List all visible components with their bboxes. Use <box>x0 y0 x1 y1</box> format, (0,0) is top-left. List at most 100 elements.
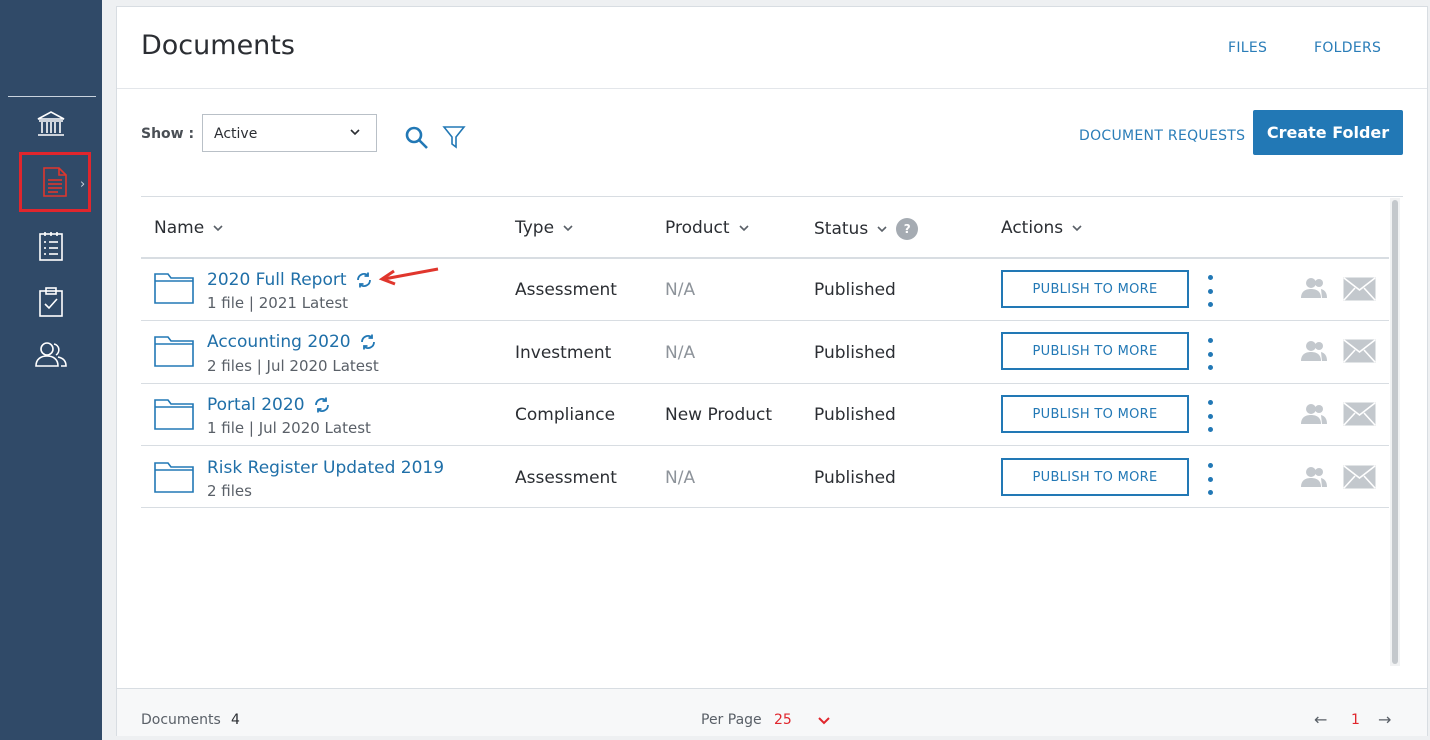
table-row-name-link[interactable]: Portal 2020 <box>207 395 331 415</box>
document-meta: 1 file | 2021 Latest <box>207 294 349 312</box>
sync-icon <box>356 272 371 288</box>
sidebar-divider <box>8 96 96 97</box>
table-footer <box>117 688 1427 736</box>
document-type: Assessment <box>515 468 617 488</box>
tab-folders[interactable]: FOLDERS <box>1314 40 1381 56</box>
table-row-name-link[interactable]: Accounting 2020 <box>207 332 377 352</box>
mail-icon[interactable] <box>1343 465 1376 489</box>
users-icon[interactable] <box>1300 340 1328 362</box>
document-icon <box>43 167 67 197</box>
table-row-name-link[interactable]: Risk Register Updated 2019 <box>207 458 444 478</box>
document-status: Published <box>814 468 896 488</box>
column-type-label: Type <box>515 218 555 238</box>
per-page-value[interactable]: 25 <box>774 712 792 728</box>
users-icon[interactable] <box>1300 466 1328 488</box>
tab-files[interactable]: FILES <box>1228 40 1267 56</box>
column-name-label: Name <box>154 218 205 238</box>
publish-to-more-button[interactable]: PUBLISH TO MORE <box>1001 395 1189 433</box>
sidebar-item-bank[interactable] <box>0 98 102 150</box>
filter-icon[interactable] <box>442 124 466 150</box>
folder-icon <box>154 462 194 493</box>
chevron-down-icon <box>563 225 573 232</box>
document-status: Published <box>814 405 896 425</box>
column-header-actions[interactable]: Actions <box>1001 218 1083 238</box>
mail-icon[interactable] <box>1343 277 1376 301</box>
sidebar: › <box>0 0 102 740</box>
document-name: Risk Register Updated 2019 <box>207 458 445 478</box>
bank-icon <box>37 111 65 136</box>
sidebar-item-checklist[interactable] <box>0 220 102 272</box>
search-icon[interactable] <box>404 125 430 151</box>
table-scrollbar-thumb[interactable] <box>1392 200 1398 664</box>
folder-icon <box>154 273 194 304</box>
row-divider <box>141 445 1389 446</box>
mail-icon[interactable] <box>1343 402 1376 426</box>
sync-icon <box>360 334 375 350</box>
sidebar-item-tasks[interactable] <box>0 276 102 328</box>
column-header-status[interactable]: Status ? <box>814 218 919 240</box>
publish-to-more-button[interactable]: PUBLISH TO MORE <box>1001 458 1189 496</box>
chevron-down-icon <box>738 225 749 232</box>
documents-count: 4 <box>231 712 240 728</box>
current-page[interactable]: 1 <box>1351 712 1360 728</box>
show-select[interactable]: Active <box>202 114 377 152</box>
more-options-icon[interactable] <box>1206 275 1214 307</box>
more-options-icon[interactable] <box>1206 400 1214 432</box>
document-type: Investment <box>515 343 612 363</box>
column-header-name[interactable]: Name <box>154 218 224 238</box>
document-name: Accounting 2020 <box>207 332 351 352</box>
document-product: N/A <box>665 468 696 488</box>
column-status-label: Status <box>814 219 869 239</box>
publish-to-more-button[interactable]: PUBLISH TO MORE <box>1001 332 1189 370</box>
chevron-right-icon: › <box>80 177 86 192</box>
column-actions-label: Actions <box>1001 218 1064 238</box>
table-row-name-link[interactable]: 2020 Full Report <box>207 270 373 290</box>
show-label: Show : <box>141 126 195 142</box>
documents-count-label: Documents <box>141 712 221 728</box>
sync-icon <box>314 397 329 413</box>
row-divider <box>141 383 1389 384</box>
publish-to-more-button[interactable]: PUBLISH TO MORE <box>1001 270 1189 308</box>
document-product: N/A <box>665 343 696 363</box>
chevron-down-icon <box>1072 225 1082 232</box>
previous-page-button[interactable]: ← <box>1314 710 1327 729</box>
row-divider <box>141 320 1389 321</box>
users-icon[interactable] <box>1300 403 1328 425</box>
document-name: Portal 2020 <box>207 395 305 415</box>
document-status: Published <box>814 343 896 363</box>
document-name: 2020 Full Report <box>207 270 347 290</box>
more-options-icon[interactable] <box>1206 463 1214 495</box>
header-divider <box>117 88 1427 89</box>
page-title: Documents <box>141 30 295 61</box>
document-type: Assessment <box>515 280 617 300</box>
users-icon <box>35 342 67 367</box>
annotation-arrow-icon <box>378 267 439 286</box>
column-header-product[interactable]: Product <box>665 218 750 238</box>
checklist-icon <box>39 232 63 261</box>
document-meta: 2 files | Jul 2020 Latest <box>207 357 379 375</box>
more-options-icon[interactable] <box>1206 338 1214 370</box>
folder-icon <box>154 399 194 430</box>
document-type: Compliance <box>515 405 616 425</box>
folder-icon <box>154 336 194 367</box>
chevron-down-icon <box>877 226 887 233</box>
document-product: N/A <box>665 280 696 300</box>
per-page-label: Per Page <box>701 712 762 728</box>
next-page-button[interactable]: → <box>1378 710 1391 729</box>
table-header-divider <box>141 257 1389 259</box>
document-requests-link[interactable]: DOCUMENT REQUESTS <box>1079 128 1245 144</box>
clipboard-check-icon <box>39 287 63 317</box>
document-meta: 1 file | Jul 2020 Latest <box>207 419 371 437</box>
document-product: New Product <box>665 405 773 425</box>
sidebar-item-users[interactable] <box>0 328 102 380</box>
row-divider <box>141 507 1389 508</box>
column-header-type[interactable]: Type <box>515 218 574 238</box>
create-folder-button[interactable]: Create Folder <box>1253 110 1403 155</box>
chevron-down-icon <box>213 225 223 232</box>
document-meta: 2 files <box>207 482 252 500</box>
show-select-value: Active <box>214 126 258 142</box>
help-icon[interactable]: ? <box>896 218 919 240</box>
mail-icon[interactable] <box>1343 339 1376 363</box>
chevron-down-icon[interactable] <box>817 715 831 727</box>
users-icon[interactable] <box>1300 277 1328 299</box>
